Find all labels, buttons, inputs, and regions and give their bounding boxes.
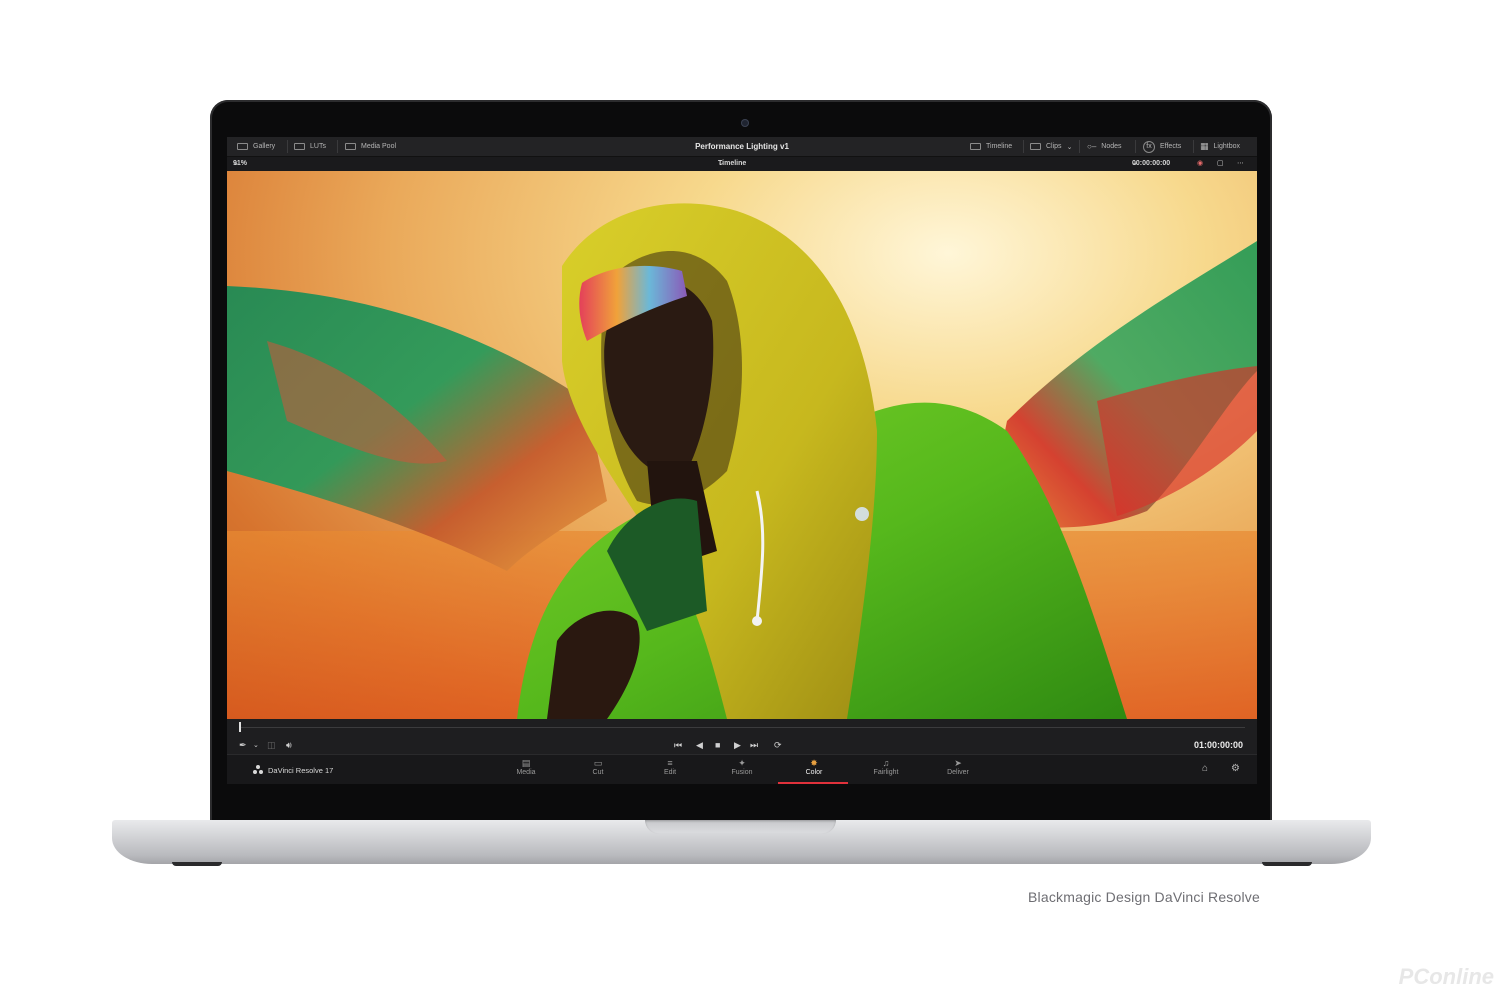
more-options-icon[interactable]: ⋯ (1237, 157, 1244, 171)
nodes-button[interactable]: ○– Nodes (1087, 137, 1122, 156)
viewer-header: 91% ⌄ Timeline 1 ⌄ 00:00:00:00 ⌄ ◉ ▢ ⋯ (227, 157, 1257, 181)
clips-button[interactable]: Clips ⌄ (1030, 137, 1072, 156)
effects-icon: fx (1143, 140, 1155, 153)
chevron-down-icon: ⌄ (233, 160, 239, 167)
image-caption: Blackmagic Design DaVinci Resolve (1028, 889, 1260, 905)
top-toolbar: Gallery LUTs Media Pool Performance Ligh… (227, 137, 1257, 157)
page-label: Fusion (731, 769, 753, 776)
watermark: PConline (1398, 964, 1494, 989)
fairlight-page-icon: ♫ (882, 758, 890, 768)
davinci-logo-icon (253, 765, 263, 775)
edit-page-icon: ≡ (667, 758, 673, 768)
page-navigation-bar: DaVinci Resolve 17 ▤ Media ▭ Cut ≡ Edit … (227, 754, 1257, 785)
timeline-icon (970, 143, 981, 150)
page-tab-cut[interactable]: ▭ Cut (562, 755, 634, 785)
expand-icon[interactable]: ▢ (1217, 157, 1224, 171)
nodes-icon: ○– (1087, 142, 1097, 151)
brand-label: DaVinci Resolve 17 (268, 765, 334, 775)
screen-bezel (227, 784, 1257, 794)
page-tab-deliver[interactable]: ➤ Deliver (922, 755, 994, 785)
playhead-scrubber[interactable] (227, 719, 1257, 737)
lightbox-button[interactable]: ▦ Lightbox (1200, 137, 1240, 156)
skip-back-icon[interactable]: ⏮︎ (674, 737, 682, 754)
timecode-display: 01:00:00:00 (1193, 740, 1243, 750)
page-tab-fusion[interactable]: ✦ Fusion (706, 755, 778, 785)
eyedropper-icon[interactable]: ✒ (239, 737, 247, 754)
camera-icon (741, 119, 749, 127)
volume-icon[interactable]: 🔊︎ (286, 737, 292, 754)
chevron-down-icon: ⌄ (718, 160, 724, 167)
loop-icon[interactable]: ⟳ (774, 737, 782, 754)
color-page-icon: ✸ (810, 758, 818, 768)
timeline-button[interactable]: Timeline (970, 137, 1012, 156)
timeline-label: Timeline (986, 143, 1013, 150)
gear-icon[interactable]: ⚙︎ (1231, 763, 1240, 774)
page-tab-fairlight[interactable]: ♫ Fairlight (850, 755, 922, 785)
page-tab-edit[interactable]: ≡ Edit (634, 755, 706, 785)
chevron-down-icon: ⌄ (1132, 160, 1138, 167)
page-label: Cut (592, 769, 604, 776)
video-viewer[interactable] (227, 171, 1257, 719)
effects-label: Effects (1160, 143, 1182, 150)
lightbox-icon: ▦ (1200, 141, 1209, 151)
stop-icon[interactable]: ■ (715, 737, 720, 754)
play-reverse-icon[interactable]: ◀︎ (696, 737, 703, 754)
fusion-page-icon: ✦ (738, 758, 746, 768)
skip-forward-icon[interactable]: ⏭︎ (750, 737, 758, 754)
lightbox-label: Lightbox (1213, 143, 1240, 150)
scrubber-track[interactable] (239, 727, 1245, 728)
app-screen: Gallery LUTs Media Pool Performance Ligh… (227, 137, 1257, 794)
page-label: Media (516, 769, 536, 776)
app-brand: DaVinci Resolve 17 (253, 755, 333, 785)
page-label: Edit (663, 769, 677, 776)
page-tab-color[interactable]: ✸ Color (778, 755, 850, 785)
clips-icon (1030, 143, 1041, 150)
clips-label: Clips (1046, 143, 1062, 150)
cut-page-icon: ▭ (593, 758, 603, 768)
viewer-frame-image (227, 203, 1257, 719)
nodes-label: Nodes (1101, 143, 1122, 150)
page-label: Fairlight (873, 769, 899, 776)
home-icon[interactable]: ⌂ (1202, 763, 1208, 774)
laptop-foot (172, 862, 222, 866)
playhead-handle[interactable] (239, 722, 241, 732)
page-label: Color (805, 769, 823, 776)
page-tab-media[interactable]: ▤ Media (490, 755, 562, 785)
transport-controls: ✒ ⌄ ◫ 🔊︎ ⏮︎ ◀︎ ■ ▶︎ ⏭︎ ⟳ 01:00:00:00 (227, 737, 1257, 754)
color-wheel-icon[interactable]: ◉ (1197, 157, 1203, 171)
laptop-notch (645, 820, 836, 834)
chevron-down-icon: ⌄ (1066, 143, 1073, 151)
media-page-icon: ▤ (521, 758, 531, 768)
deliver-page-icon: ➤ (954, 758, 962, 768)
layers-icon[interactable]: ◫ (267, 737, 276, 754)
effects-button[interactable]: fx Effects (1143, 137, 1181, 156)
page-label: Deliver (947, 769, 969, 776)
laptop-foot (1262, 862, 1312, 866)
chevron-down-icon[interactable]: ⌄ (253, 737, 259, 754)
play-icon[interactable]: ▶︎ (734, 737, 741, 754)
